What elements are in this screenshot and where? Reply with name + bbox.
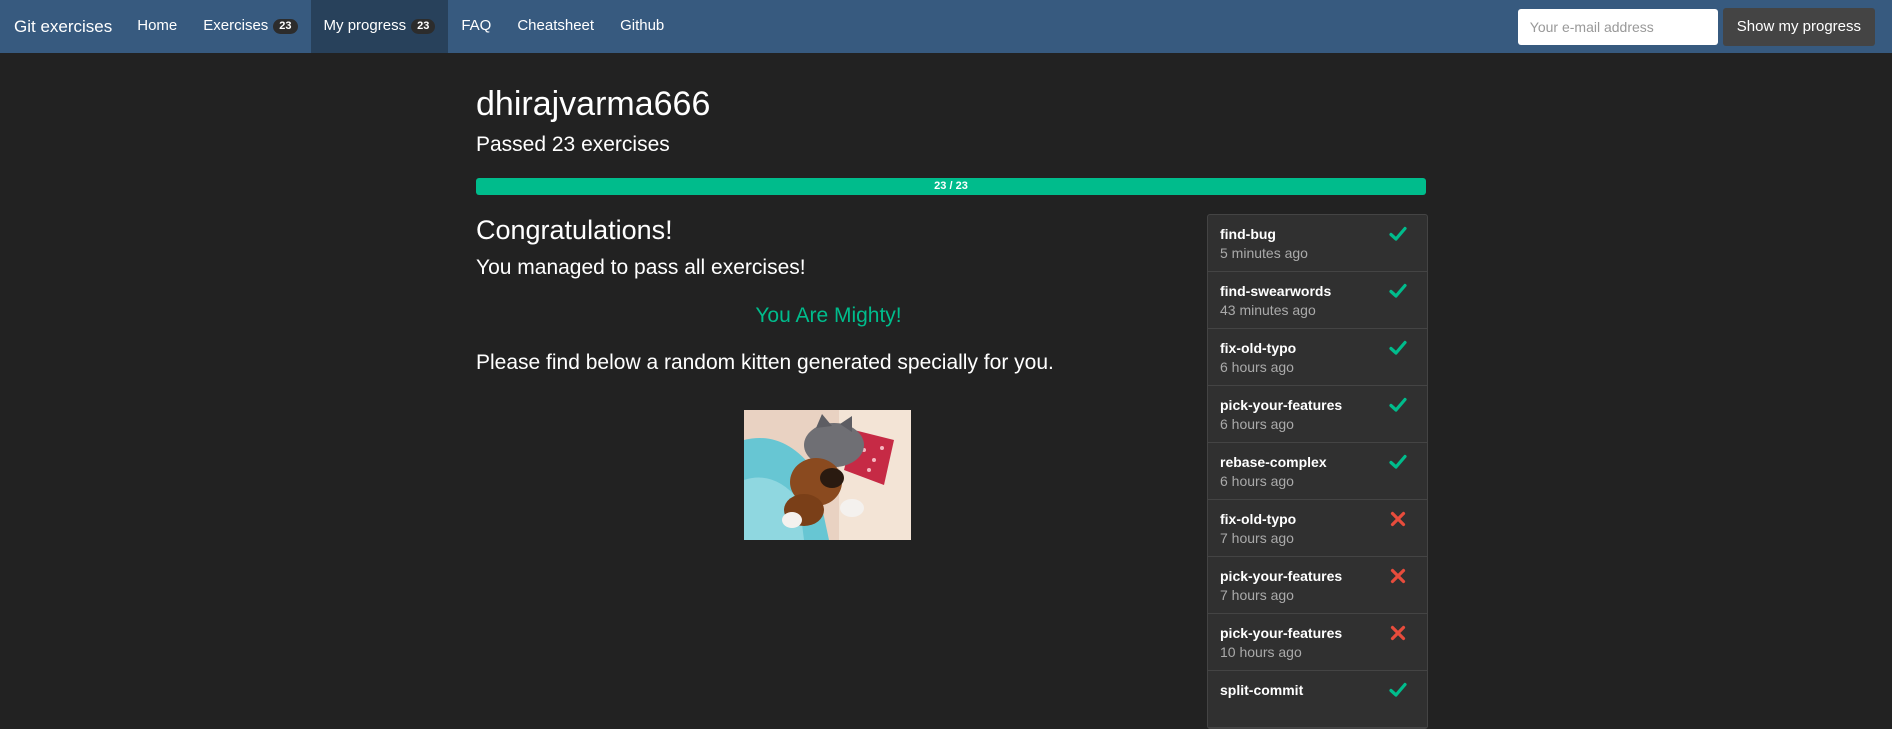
attempt-item[interactable]: fix-old-typo 7 hours ago bbox=[1208, 500, 1427, 557]
attempt-item[interactable]: find-swearwords 43 minutes ago bbox=[1208, 272, 1427, 329]
attempt-history-list: find-bug 5 minutes ago find-swearwords 43 m… bbox=[1207, 214, 1428, 729]
progress-bar-fill: 23 / 23 bbox=[476, 178, 1426, 195]
attempt-item[interactable]: split-commit bbox=[1208, 671, 1427, 728]
attempt-time: 7 hours ago bbox=[1220, 530, 1294, 546]
attempt-time: 43 minutes ago bbox=[1220, 302, 1316, 318]
nav-cheatsheet-label: Cheatsheet bbox=[517, 17, 595, 34]
main-content: Congratulations! You managed to pass all… bbox=[476, 214, 1428, 729]
check-icon bbox=[1389, 682, 1407, 697]
kitten-image bbox=[744, 410, 911, 540]
attempt-time: 6 hours ago bbox=[1220, 359, 1294, 375]
progress-count-badge: 23 bbox=[411, 19, 436, 34]
username-heading: dhirajvarma666 bbox=[476, 85, 711, 123]
passed-count: Passed 23 exercises bbox=[476, 133, 670, 156]
check-icon bbox=[1389, 283, 1407, 298]
nav-faq-label: FAQ bbox=[461, 17, 492, 34]
progress-bar: 23 / 23 bbox=[476, 178, 1426, 195]
cross-icon bbox=[1390, 568, 1406, 584]
nav-cheatsheet[interactable]: Cheatsheet bbox=[504, 0, 607, 53]
cross-icon bbox=[1390, 511, 1406, 527]
nav-exercises-label: Exercises bbox=[203, 17, 269, 34]
email-input[interactable] bbox=[1517, 8, 1718, 45]
cross-icon bbox=[1390, 625, 1406, 641]
attempt-time: 5 minutes ago bbox=[1220, 245, 1308, 261]
attempt-time: 7 hours ago bbox=[1220, 587, 1294, 603]
check-icon bbox=[1389, 226, 1407, 241]
nav-home-label: Home bbox=[137, 17, 178, 34]
attempt-item[interactable]: find-bug 5 minutes ago bbox=[1208, 215, 1427, 272]
attempt-item[interactable]: rebase-complex 6 hours ago bbox=[1208, 443, 1427, 500]
exercises-count-badge: 23 bbox=[273, 19, 298, 34]
nav-my-progress[interactable]: My progress 23 bbox=[310, 0, 449, 53]
brand-link[interactable]: Git exercises bbox=[14, 0, 112, 53]
check-icon bbox=[1389, 454, 1407, 469]
nav-faq[interactable]: FAQ bbox=[448, 0, 504, 53]
attempt-item[interactable]: pick-your-features 6 hours ago bbox=[1208, 386, 1427, 443]
mighty-text: You Are Mighty! bbox=[755, 304, 902, 327]
attempt-time: 6 hours ago bbox=[1220, 473, 1294, 489]
nav-github-label: Github bbox=[620, 17, 665, 34]
attempt-time: 6 hours ago bbox=[1220, 416, 1294, 432]
attempt-time: 10 hours ago bbox=[1220, 644, 1302, 660]
attempt-item[interactable]: pick-your-features 10 hours ago bbox=[1208, 614, 1427, 671]
main-container: dhirajvarma666 Passed 23 exercises 23 / … bbox=[476, 53, 1428, 729]
nav-github[interactable]: Github bbox=[607, 0, 677, 53]
check-icon bbox=[1389, 340, 1407, 355]
attempt-item[interactable]: pick-your-features 7 hours ago bbox=[1208, 557, 1427, 614]
check-icon bbox=[1389, 397, 1407, 412]
top-navbar: Git exercises Home Exercises 23 My progre… bbox=[0, 0, 1892, 53]
nav-exercises[interactable]: Exercises 23 bbox=[190, 0, 310, 53]
email-form: Show my progress bbox=[1517, 0, 1892, 53]
show-progress-button[interactable]: Show my progress bbox=[1722, 7, 1875, 46]
nav-home[interactable]: Home bbox=[124, 0, 190, 53]
attempt-item[interactable]: fix-old-typo 6 hours ago bbox=[1208, 329, 1427, 386]
nav-my-progress-label: My progress bbox=[323, 17, 407, 34]
